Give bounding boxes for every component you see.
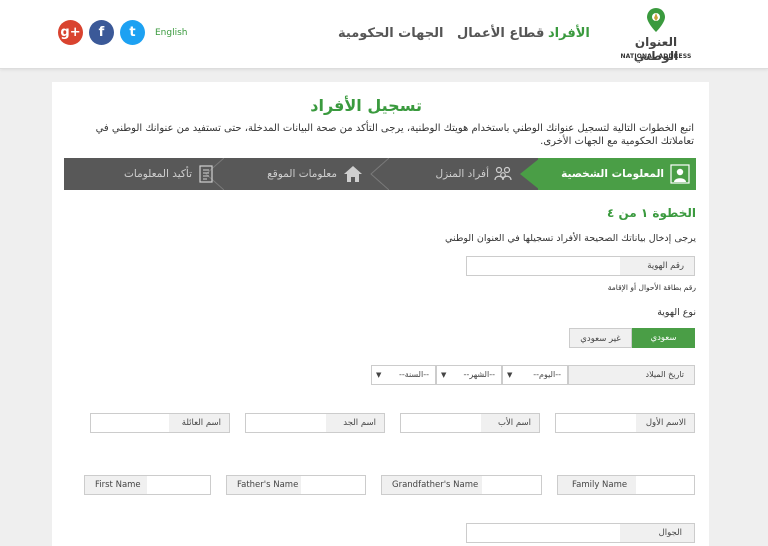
page-intro: اتبع الخطوات التالية لتسجيل عنوانك الوطن… <box>95 123 694 147</box>
nav-individuals[interactable]: الأفراد <box>548 26 590 41</box>
step-location-label: معلومات الموقع <box>267 168 337 180</box>
birth-date-label-text: تاريخ الميلاد <box>645 370 685 379</box>
page-title: تسجيل الأفراد <box>310 96 422 115</box>
step-separator-1 <box>520 158 540 190</box>
form-hint: يرجى إدخال بياناتك الصحيحة الأفراد تسجيل… <box>445 233 696 244</box>
home-icon <box>344 166 362 182</box>
twitter-icon[interactable]: t <box>120 20 145 45</box>
grandfather-name-en-field[interactable]: Grandfather's Name <box>381 475 542 495</box>
family-name-ar-label: اسم العائلة <box>169 414 229 432</box>
family-name-en-field[interactable]: Family Name <box>557 475 695 495</box>
facebook-icon[interactable]: f <box>89 20 114 45</box>
id-type-saudi-button[interactable]: سعودي <box>632 328 695 348</box>
first-name-ar-field[interactable]: الاسم الأول <box>555 413 695 433</box>
birth-month-value: --الشهر-- <box>463 370 495 379</box>
birth-year-value: --السنة-- <box>398 370 429 379</box>
site-header: العنوان الوطني NATIONAL ADDRESS الأفراد … <box>0 0 768 69</box>
person-icon <box>670 164 690 184</box>
step-personal-label: المعلومات الشخصية <box>561 168 664 180</box>
family-name-en-label: Family Name <box>558 476 636 494</box>
grandfather-name-en-label: Grandfather's Name <box>382 476 482 494</box>
step-heading: الخطوة ١ من ٤ <box>607 206 696 220</box>
chevron-down-icon: ▼ <box>507 371 513 379</box>
step-separator-2 <box>370 158 389 190</box>
father-name-ar-field[interactable]: اسم الأب <box>400 413 540 433</box>
google-plus-icon[interactable]: g+ <box>58 20 83 45</box>
birth-date-label: تاريخ الميلاد <box>568 365 695 385</box>
first-name-en-label: First Name <box>85 476 147 494</box>
nav-business[interactable]: قطاع الأعمال <box>457 26 544 41</box>
father-name-ar-label: اسم الأب <box>481 414 539 432</box>
step-confirm[interactable]: تأكيد المعلومات <box>74 158 222 190</box>
birth-day-value: --اليوم-- <box>533 370 561 379</box>
chevron-down-icon: ▼ <box>376 371 382 379</box>
step-personal-info[interactable]: المعلومات الشخصية <box>538 158 696 190</box>
first-name-en-field[interactable]: First Name <box>84 475 211 495</box>
logo-text-en: NATIONAL ADDRESS <box>620 53 692 60</box>
father-name-en-label: Father's Name <box>227 476 301 494</box>
family-icon <box>494 166 512 181</box>
national-address-logo[interactable]: العنوان الوطني NATIONAL ADDRESS <box>620 7 692 63</box>
birth-day-select[interactable]: ▼ --اليوم-- <box>502 365 568 385</box>
step-household-label: أفراد المنزل <box>435 168 489 180</box>
father-name-en-field[interactable]: Father's Name <box>226 475 366 495</box>
chevron-down-icon: ▼ <box>441 371 447 379</box>
id-number-note: رقم بطاقة الأحوال أو الإقامة <box>607 283 696 292</box>
birth-month-select[interactable]: ▼ --الشهر-- <box>436 365 502 385</box>
steps-bar: المعلومات الشخصية أفراد المنزل معلومات ا… <box>64 158 696 190</box>
id-type-label: نوع الهوية <box>657 307 696 318</box>
birth-year-select[interactable]: ▼ --السنة-- <box>371 365 436 385</box>
language-switch[interactable]: English <box>155 28 188 38</box>
mobile-label: الجوال <box>620 524 694 542</box>
id-number-field[interactable]: رقم الهوية <box>466 256 695 276</box>
id-type-non-saudi-button[interactable]: غير سعودي <box>569 328 632 348</box>
document-icon <box>199 165 213 183</box>
location-pin-icon <box>647 8 665 32</box>
mobile-field[interactable]: الجوال <box>466 523 695 543</box>
grandfather-name-ar-field[interactable]: اسم الجد <box>245 413 385 433</box>
step-household[interactable]: أفراد المنزل <box>389 158 519 190</box>
step-confirm-label: تأكيد المعلومات <box>124 168 192 180</box>
step-location[interactable]: معلومات الموقع <box>224 158 369 190</box>
family-name-ar-field[interactable]: اسم العائلة <box>90 413 230 433</box>
nav-government[interactable]: الجهات الحكومية <box>338 26 443 41</box>
first-name-ar-label: الاسم الأول <box>636 414 694 432</box>
grandfather-name-ar-label: اسم الجد <box>326 414 384 432</box>
id-number-label: رقم الهوية <box>620 257 694 275</box>
